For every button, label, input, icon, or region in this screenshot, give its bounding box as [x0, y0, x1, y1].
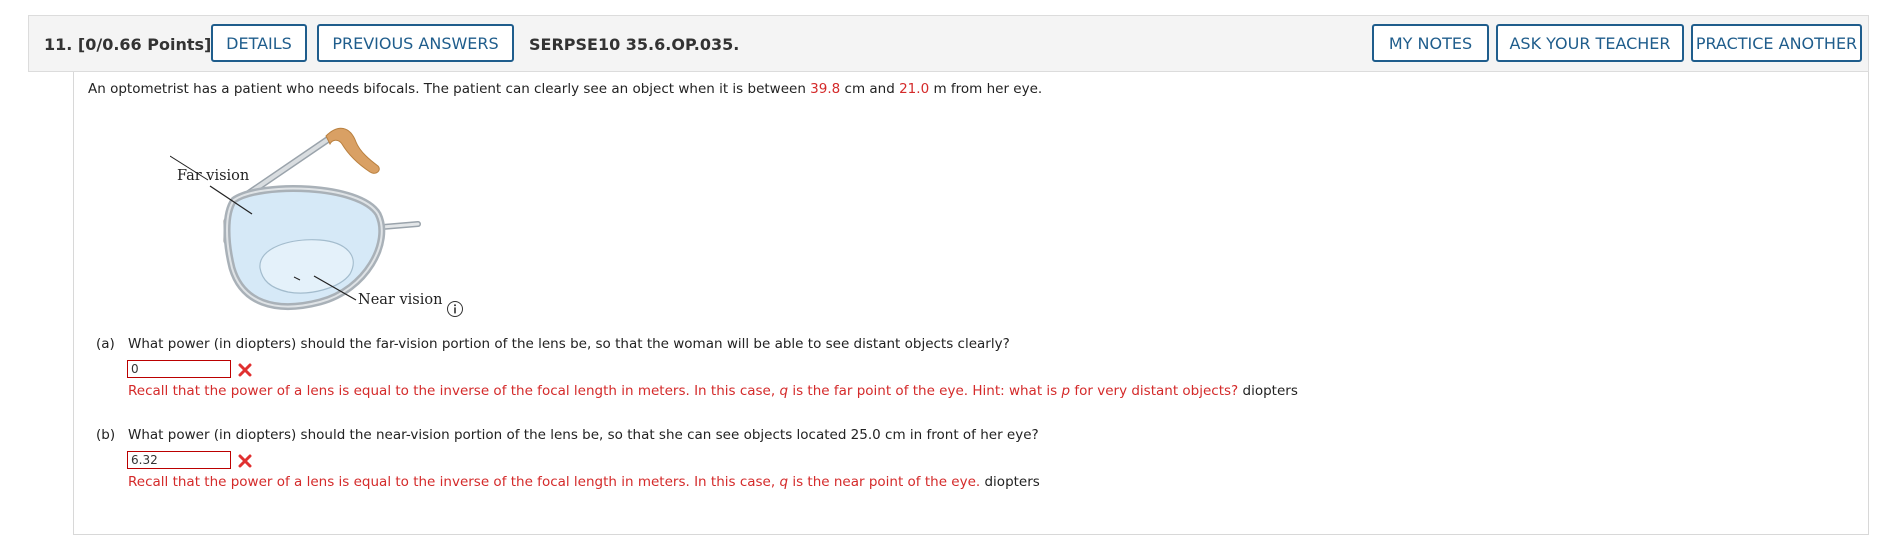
near-vision-label: Near vision [358, 292, 443, 308]
part-b-unit: diopters [984, 474, 1040, 490]
hint-text: is the far point of the eye. Hint: what … [788, 383, 1062, 399]
points-badge: [0/0.66 Points] [77, 35, 212, 54]
intro-text-mid: cm and [840, 81, 900, 97]
incorrect-x-icon [238, 363, 252, 377]
part-b-answer-input[interactable] [127, 451, 231, 469]
hint-text: is the near point of the eye. [788, 474, 981, 490]
part-a-answer-input[interactable] [127, 360, 231, 378]
part-a-question: What power (in diopters) should the far-… [128, 336, 1010, 352]
my-notes-button[interactable]: MY NOTES [1372, 24, 1489, 62]
part-a-unit: diopters [1242, 383, 1298, 399]
hint-variable-q: q [779, 383, 789, 399]
practice-another-button[interactable]: PRACTICE ANOTHER [1691, 24, 1862, 62]
details-button[interactable]: DETAILS [211, 24, 307, 62]
far-vision-label: Far vision [177, 168, 250, 184]
hint-variable-q: q [779, 474, 789, 490]
incorrect-x-icon [238, 454, 252, 468]
previous-answers-button[interactable]: PREVIOUS ANSWERS [317, 24, 514, 62]
question-number: 11. [44, 35, 73, 54]
intro-text: An optometrist has a patient who needs b… [88, 81, 811, 97]
part-b-hint: Recall that the power of a lens is equal… [128, 474, 1040, 490]
info-icon[interactable] [446, 300, 464, 318]
intro-text-end: m from her eye. [929, 81, 1043, 97]
part-a-hint: Recall that the power of a lens is equal… [128, 383, 1298, 399]
ask-your-teacher-button[interactable]: ASK YOUR TEACHER [1496, 24, 1684, 62]
part-b-label: (b) [96, 427, 116, 443]
problem-code: SERPSE10 35.6.OP.035. [529, 35, 740, 54]
bifocal-glasses-figure [170, 127, 421, 311]
question-title: 11. [0/0.66 Points] [44, 35, 211, 54]
near-distance-value: 39.8 [810, 81, 841, 97]
problem-statement: An optometrist has a patient who needs b… [88, 81, 1042, 97]
hint-text: Recall that the power of a lens is equal… [128, 474, 780, 490]
hint-variable-p: p [1061, 383, 1071, 399]
far-distance-value: 21.0 [899, 81, 930, 97]
part-a-label: (a) [96, 336, 115, 352]
hint-text: Recall that the power of a lens is equal… [128, 383, 780, 399]
part-b-question: What power (in diopters) should the near… [128, 427, 1039, 443]
hint-text: for very distant objects? [1070, 383, 1239, 399]
question-header: 11. [0/0.66 Points] DETAILS PREVIOUS ANS… [28, 15, 1869, 72]
